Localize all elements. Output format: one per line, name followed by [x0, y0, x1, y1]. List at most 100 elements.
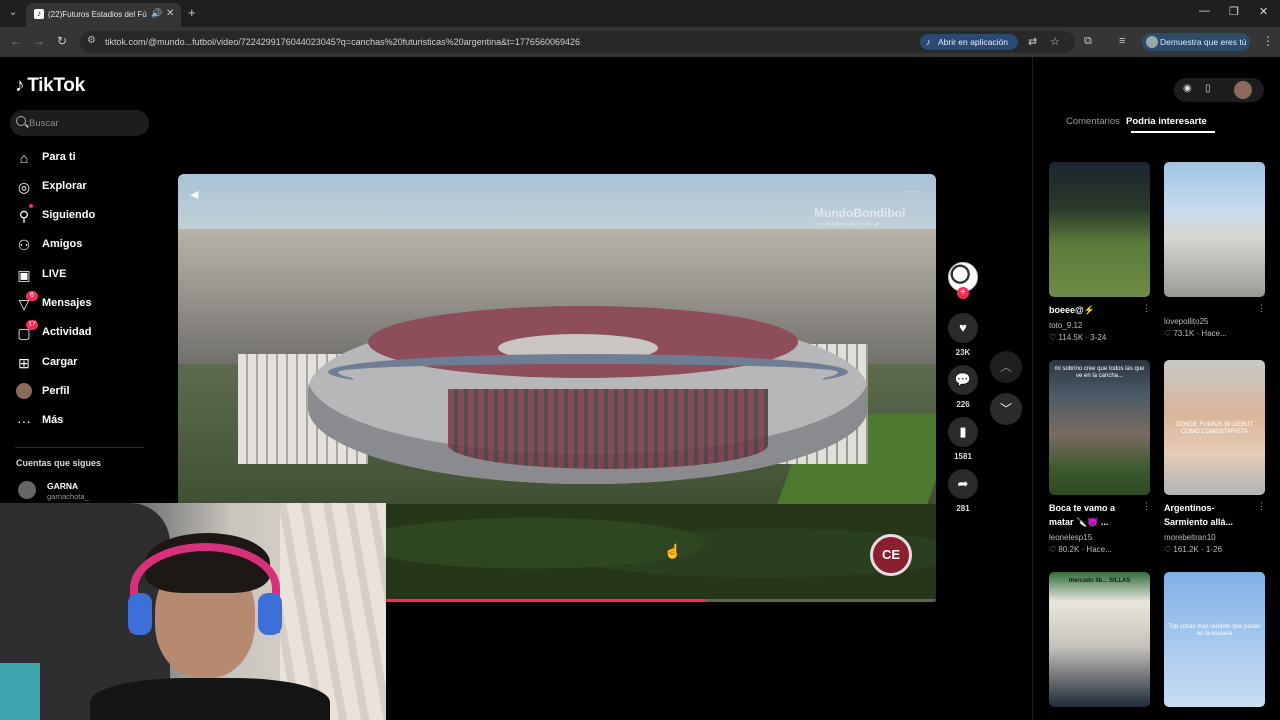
coins-icon[interactable]: ◉: [1183, 83, 1192, 94]
right-panel-divider: [1032, 57, 1033, 720]
sidebar-item-cargar[interactable]: ⊞ Cargar: [15, 352, 155, 374]
extensions-icon[interactable]: ⧉: [1084, 35, 1092, 48]
sidebar-item-label: Siguiendo: [42, 209, 96, 221]
video-card[interactable]: mi sobrino cree que todos las que ve en …: [1049, 360, 1151, 554]
sidebar-item-para-ti[interactable]: ⌂ Para ti: [15, 147, 155, 169]
save-button[interactable]: ▮: [948, 417, 978, 447]
open-in-app-button[interactable]: ♪ Abrir en aplicación: [920, 34, 1018, 50]
avatar[interactable]: [1234, 81, 1252, 99]
more-dots-icon: ···: [17, 413, 31, 429]
previous-video-button[interactable]: ︿: [990, 351, 1022, 383]
video-card-user[interactable]: leonelesp15: [1049, 533, 1092, 542]
search-box[interactable]: [10, 110, 149, 136]
card-more-icon[interactable]: ⋮: [1142, 303, 1151, 314]
restore-icon[interactable]: ❐: [1229, 5, 1239, 18]
reload-icon[interactable]: ↻: [57, 34, 67, 48]
url-text[interactable]: tiktok.com/@mundo...futbol/video/7224299…: [105, 37, 580, 47]
webcam-headset-cup: [128, 593, 152, 635]
tab-search-icon[interactable]: ⌄: [5, 5, 21, 21]
card-more-icon[interactable]: ⋮: [1257, 303, 1266, 314]
video-thumbnail[interactable]: [1164, 162, 1265, 297]
window-close-icon[interactable]: ✕: [1259, 5, 1268, 18]
new-tab-icon[interactable]: +: [188, 5, 196, 20]
video-more-icon[interactable]: ···: [906, 184, 918, 198]
top-right-pill: ◉ ▯: [1174, 78, 1264, 102]
video-card-views: 80.2K: [1058, 545, 1080, 554]
sidebar-item-siguiendo[interactable]: ⚲ Siguiendo: [15, 204, 155, 227]
video-thumbnail[interactable]: [1049, 162, 1150, 297]
card-more-icon[interactable]: ⋮: [1257, 501, 1266, 512]
mute-icon[interactable]: ◀: [190, 188, 198, 201]
tiktok-icon: ♪: [926, 37, 931, 47]
sidebar-item-explorar[interactable]: ◎ Explorar: [15, 176, 155, 198]
profile-chip-button[interactable]: Demuestra que eres tú: [1142, 33, 1250, 51]
video-card-views: 161.2K: [1173, 545, 1199, 554]
video-thumbnail[interactable]: mercado lib... SILLAS: [1049, 572, 1150, 707]
video-card-user[interactable]: morebeltran10: [1164, 533, 1216, 542]
sidebar-item-label: Explorar: [42, 180, 87, 192]
video-card-views: 73.1K: [1173, 329, 1195, 338]
sidebar-item-label: LIVE: [42, 268, 67, 280]
video-card[interactable]: mercado lib... SILLAS: [1049, 572, 1150, 707]
video-card[interactable]: ⋮ lovepollito25 ♡ 73.1K · Hace...: [1164, 162, 1266, 338]
video-card-title[interactable]: Boca te vamo a matar 🔪😈 ...: [1049, 501, 1137, 529]
sidebar-item-label: Mensajes: [42, 297, 92, 309]
tiktok-note-icon: ♪: [15, 75, 25, 96]
next-video-button[interactable]: ﹀: [990, 393, 1022, 425]
video-frame-trees: [358, 504, 936, 602]
back-icon[interactable]: ←: [10, 34, 22, 48]
search-input[interactable]: [29, 115, 139, 131]
avatar: [16, 383, 32, 399]
sidebar-item-amigos[interactable]: ⚇ Amigos: [15, 234, 155, 256]
share-button[interactable]: ➦: [948, 469, 978, 499]
avatar: [1146, 36, 1158, 48]
video-progress-fill: [386, 599, 705, 602]
browser-tab[interactable]: ♪ (22)Futuros Estadios del Fú 🔊 ✕: [26, 3, 181, 27]
hand-cursor-icon: ☝: [664, 543, 682, 559]
video-card-title[interactable]: boeee@⚡: [1049, 303, 1137, 317]
heart-outline-icon: ♡: [1049, 545, 1059, 554]
video-card[interactable]: boeee@⚡ ⋮ toto_9.12 ♡ 114.5K · 3-24: [1049, 162, 1151, 342]
tab-comentarios[interactable]: Comentarios: [1066, 116, 1120, 127]
video-card-date: 1-26: [1205, 545, 1222, 554]
video-card-meta: ♡ 114.5K · 3-24: [1049, 333, 1107, 342]
video-thumbnail[interactable]: mi sobrino cree que todos las que ve en …: [1049, 360, 1150, 495]
sidebar-item-live[interactable]: ▣ LIVE: [15, 264, 155, 286]
thumbnail-overlay-text: Top cosas mas random que pasan en la esc…: [1168, 624, 1261, 637]
like-button[interactable]: ♥: [948, 313, 978, 343]
sidebar-item-label: Para ti: [42, 151, 76, 163]
sidebar-item-mas[interactable]: ··· Más: [15, 410, 155, 432]
video-thumbnail[interactable]: DONDE FUIMOS MI DEBUT COMO COMENTARISTA: [1164, 360, 1265, 495]
heart-outline-icon: ♡: [1164, 329, 1174, 338]
video-watermark-url: mundobondibol.com.ar: [818, 222, 880, 228]
tiktok-logo[interactable]: ♪ TikTok: [15, 75, 85, 97]
video-card-user[interactable]: toto_9.12: [1049, 321, 1082, 330]
video-card[interactable]: DONDE FUIMOS MI DEBUT COMO COMENTARISTA …: [1164, 360, 1266, 554]
follow-plus-icon[interactable]: +: [957, 287, 969, 299]
bookmark-star-icon[interactable]: ☆: [1050, 35, 1060, 48]
device-icon[interactable]: ▯: [1205, 83, 1211, 94]
media-controls-icon[interactable]: ≡: [1119, 35, 1125, 47]
video-card-user[interactable]: lovepollito25: [1164, 317, 1208, 326]
video-thumbnail[interactable]: Top cosas mas random que pasan en la esc…: [1164, 572, 1265, 707]
comment-button[interactable]: 💬: [948, 365, 978, 395]
tab-podria-interesarte[interactable]: Podría interesarte: [1126, 116, 1207, 127]
card-more-icon[interactable]: ⋮: [1142, 501, 1151, 512]
chevron-down-icon: ﹀: [999, 402, 1012, 416]
tab-audio-icon[interactable]: 🔊: [151, 8, 162, 19]
video-card[interactable]: Top cosas mas random que pasan en la esc…: [1164, 572, 1265, 707]
translate-icon[interactable]: ⇄: [1028, 35, 1037, 48]
following-account-name[interactable]: GARNA: [47, 481, 78, 491]
sidebar-item-mensajes[interactable]: ▽ 6 Mensajes: [15, 291, 155, 315]
sidebar-item-actividad[interactable]: ▢ 17 Actividad: [15, 320, 155, 344]
following-account-handle[interactable]: garnachota_: [47, 492, 89, 501]
tab-close-icon[interactable]: ✕: [166, 8, 174, 19]
minimize-icon[interactable]: —: [1199, 5, 1210, 17]
browser-menu-icon[interactable]: ⋮: [1262, 34, 1274, 48]
sidebar-item-perfil[interactable]: Perfil: [15, 381, 155, 403]
site-info-icon[interactable]: ⚙: [87, 35, 96, 46]
forward-icon[interactable]: →: [33, 34, 45, 48]
video-card-title[interactable]: Argentinos-Sarmiento allá...: [1164, 501, 1252, 529]
avatar[interactable]: [18, 481, 36, 499]
video-progress-bar[interactable]: [386, 599, 936, 602]
